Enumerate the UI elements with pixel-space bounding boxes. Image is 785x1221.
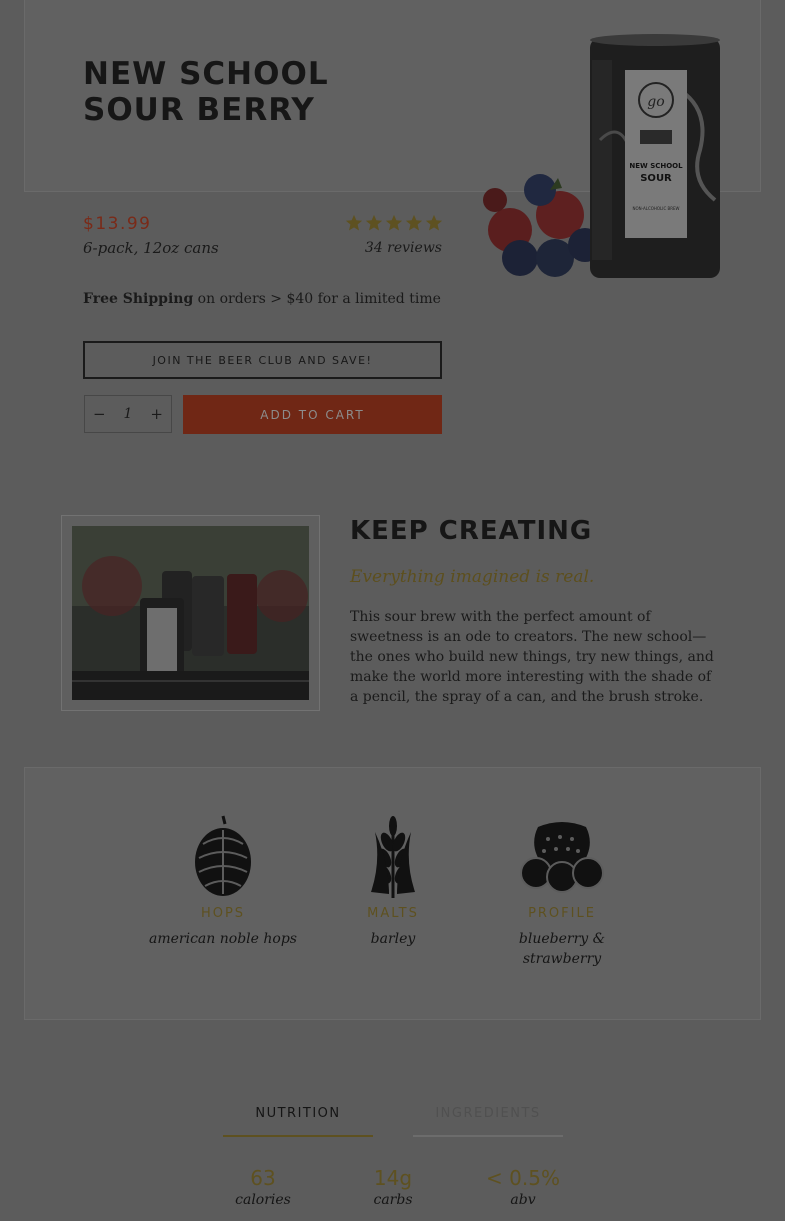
- profile-hops: HOPS american noble hops: [148, 810, 298, 949]
- star-icon: [405, 214, 423, 231]
- decrement-button[interactable]: −: [93, 405, 106, 423]
- product-title: NEW SCHOOL SOUR BERRY: [83, 56, 329, 128]
- star-icon: [425, 214, 443, 231]
- star-icon: [365, 214, 383, 231]
- profile-flavor-label: PROFILE: [528, 906, 596, 921]
- feature-description: This sour brew with the perfect amount o…: [350, 609, 714, 705]
- abv-value: < 0.5%: [486, 1166, 560, 1190]
- pack-size: 6-pack, 12oz cans: [83, 239, 219, 257]
- profile-hops-label: HOPS: [200, 906, 246, 921]
- product-title-line-2: SOUR BERRY: [83, 92, 315, 128]
- star-rating[interactable]: [345, 214, 443, 234]
- nutrition-calories: 63 calories: [218, 1166, 308, 1208]
- calories-label: calories: [235, 1192, 291, 1208]
- calories-value: 63: [250, 1166, 276, 1190]
- shipping-detail: on orders > $40 for a limited time: [193, 291, 441, 307]
- star-icon: [345, 214, 363, 231]
- product-image: go NEW SCHOOL SOUR NON-ALCOHOLIC BREW: [483, 34, 720, 278]
- svg-text:NON-ALCOHOLIC BREW: NON-ALCOHOLIC BREW: [632, 206, 679, 211]
- svg-text:go: go: [647, 94, 664, 110]
- profile-flavor: PROFILE blueberry & strawberry: [487, 810, 637, 969]
- price: $13.99: [83, 214, 152, 234]
- shipping-note: Free Shipping on orders > $40 for a limi…: [83, 291, 441, 307]
- join-beer-club-button[interactable]: JOIN THE BEER CLUB AND SAVE!: [83, 341, 442, 379]
- nutrition-abv: < 0.5% abv: [478, 1166, 568, 1208]
- tab-ingredients[interactable]: INGREDIENTS: [413, 1106, 563, 1137]
- wheat-icon: [371, 816, 415, 898]
- carbs-label: carbs: [373, 1192, 413, 1208]
- abv-label: abv: [510, 1192, 536, 1208]
- product-title-line-1: NEW SCHOOL: [83, 56, 329, 92]
- tab-nutrition[interactable]: NUTRITION: [223, 1106, 373, 1137]
- svg-text:NEW SCHOOL: NEW SCHOOL: [629, 162, 683, 170]
- profile-malts: MALTS barley: [318, 810, 468, 949]
- feature-tagline: Everything imagined is real.: [350, 567, 595, 587]
- hop-icon: [195, 815, 251, 896]
- nutrition-carbs: 14g carbs: [348, 1166, 438, 1208]
- carbs-value: 14g: [373, 1166, 413, 1190]
- increment-button[interactable]: +: [150, 405, 163, 423]
- reviews-link[interactable]: 34 reviews: [365, 240, 442, 256]
- shipping-highlight: Free Shipping: [83, 291, 194, 307]
- star-icon: [385, 214, 403, 231]
- profile-hops-value: american noble hops: [149, 931, 297, 947]
- quantity-stepper: − 1 +: [84, 395, 172, 433]
- feature-title: KEEP CREATING: [350, 516, 593, 546]
- profile-flavor-value: blueberry & strawberry: [518, 931, 606, 967]
- feature-image-frame: [61, 515, 320, 711]
- feature-photo: [72, 526, 309, 700]
- add-to-cart-button[interactable]: ADD TO CART: [183, 395, 442, 434]
- profile-malts-value: barley: [370, 931, 416, 947]
- quantity-value[interactable]: 1: [124, 406, 133, 422]
- berries-icon: [520, 822, 604, 893]
- profile-malts-label: MALTS: [367, 906, 419, 921]
- svg-text:SOUR: SOUR: [640, 173, 672, 184]
